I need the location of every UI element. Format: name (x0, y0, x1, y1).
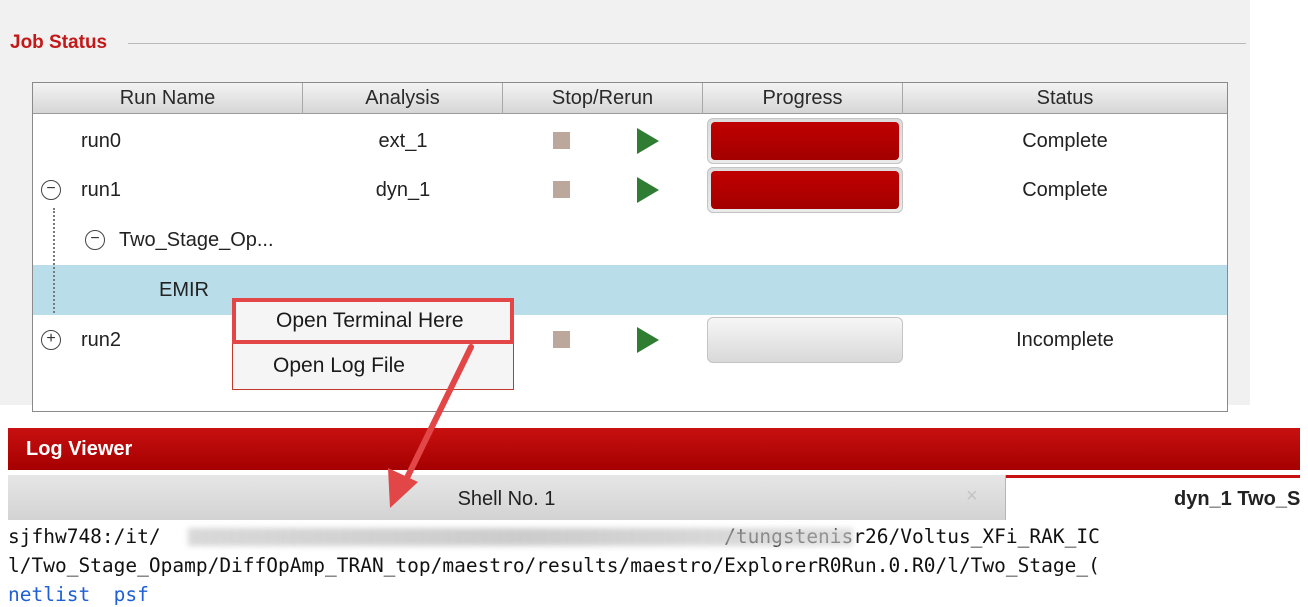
run-name-cell: Two_Stage_Op... (119, 229, 274, 251)
column-header-analysis[interactable]: Analysis (303, 83, 503, 114)
column-header-stop-rerun[interactable]: Stop/Rerun (503, 83, 703, 114)
table-row[interactable]: + run2 Incomplete (33, 315, 1227, 365)
progress-bar (707, 167, 903, 213)
play-triangle-icon[interactable] (637, 128, 659, 154)
tab-dyn-1-two-stage[interactable]: dyn_1 Two_S (1006, 475, 1300, 520)
tree-connector (53, 208, 55, 313)
tab-shell-no-1[interactable]: Shell No. 1 (8, 475, 1006, 520)
table-row[interactable]: − Two_Stage_Op... (33, 215, 1227, 265)
status-cell: Complete (1022, 130, 1108, 152)
progress-fill (711, 122, 899, 160)
table-row-selected[interactable]: EMIR (33, 265, 1227, 315)
progress-bar (707, 118, 903, 164)
log-viewer-header: Log Viewer (8, 428, 1300, 470)
table-row[interactable]: − run1 dyn_1 Complete (33, 165, 1227, 215)
run-name-cell: run1 (81, 179, 122, 201)
job-status-table: Run Name Analysis Stop/Rerun Progress St… (32, 82, 1228, 412)
terminal-line: l/Two_Stage_Opamp/DiffOpAmp_TRAN_top/mae… (8, 554, 1100, 577)
play-triangle-icon[interactable] (637, 327, 659, 353)
progress-bar (707, 317, 903, 363)
collapse-circle-icon[interactable]: − (41, 180, 61, 200)
group-divider (128, 43, 1246, 44)
analysis-cell: ext_1 (378, 130, 428, 152)
job-status-panel: Job Status Run Name Analysis Stop/Rerun … (0, 0, 1250, 412)
column-header-status[interactable]: Status (903, 83, 1227, 114)
log-viewer-title: Log Viewer (26, 438, 133, 460)
run-name-cell: run2 (81, 329, 122, 351)
progress-fill (711, 171, 899, 209)
analysis-cell: dyn_1 (375, 179, 431, 201)
table-header: Run Name Analysis Stop/Rerun Progress St… (33, 83, 1227, 114)
job-status-title: Job Status (10, 32, 112, 54)
menu-item-open-log-file[interactable]: Open Log File (232, 344, 514, 390)
collapse-circle-icon[interactable]: − (85, 230, 105, 250)
context-menu: Open Terminal Here Open Log File (232, 298, 514, 390)
play-triangle-icon[interactable] (637, 177, 659, 203)
run-name-cell: run0 (81, 130, 122, 152)
menu-item-open-terminal-here[interactable]: Open Terminal Here (232, 298, 514, 344)
status-cell: Complete (1022, 179, 1108, 201)
table-row[interactable]: run0 ext_1 Complete (33, 116, 1227, 166)
stop-square-icon[interactable] (553, 181, 570, 198)
column-header-progress[interactable]: Progress (703, 83, 903, 114)
stop-square-icon[interactable] (553, 132, 570, 149)
expand-circle-icon[interactable]: + (41, 330, 61, 350)
close-icon[interactable]: × (966, 485, 978, 508)
terminal-output[interactable]: sjfhw748:/it/ /tungstenisr26/Voltus_XFi_… (8, 520, 1300, 607)
terminal-line: netlist psf (8, 583, 149, 606)
run-name-cell: EMIR (159, 279, 209, 301)
status-cell: Incomplete (1016, 329, 1114, 351)
redacted-path (188, 528, 853, 546)
stop-square-icon[interactable] (553, 331, 570, 348)
log-viewer-tabbar: Shell No. 1 × dyn_1 Two_S (8, 475, 1300, 520)
column-header-run-name[interactable]: Run Name (33, 83, 303, 114)
